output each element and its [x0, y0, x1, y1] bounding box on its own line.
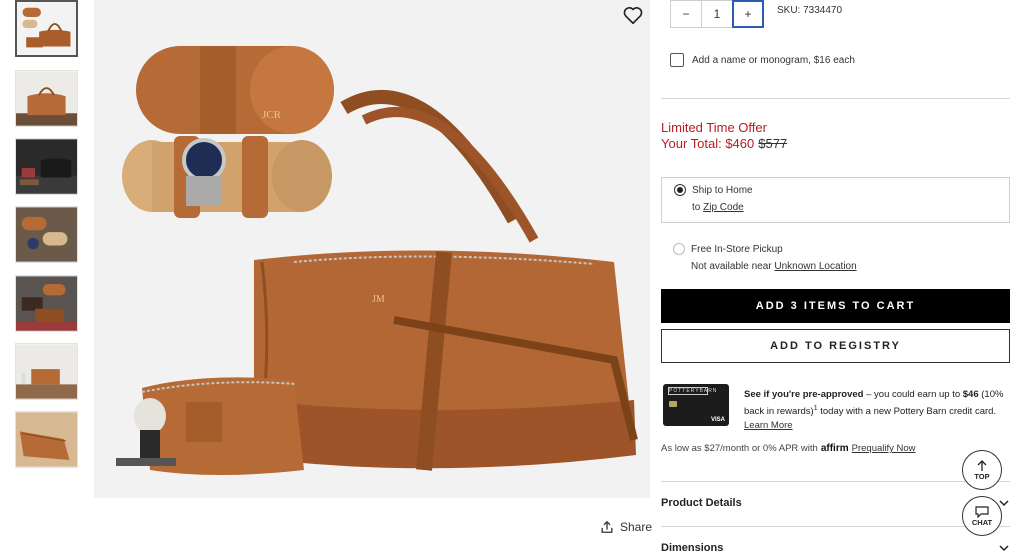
quantity-stepper: − 1 + — [670, 0, 764, 28]
promo-bold-intro: See if you're pre-approved — [744, 389, 864, 400]
thumbnail-6[interactable] — [15, 343, 78, 400]
card-brand-logo: POTTERYBARN — [668, 387, 718, 395]
arrow-up-icon — [977, 459, 987, 471]
dimensions-accordion[interactable]: Dimensions — [661, 542, 1010, 553]
affirm-logo: affirm — [820, 443, 849, 454]
share-button[interactable]: Share — [600, 520, 652, 534]
affirm-financing: As low as $27/month or 0% APR with affir… — [661, 443, 916, 454]
prequalify-link[interactable]: Prequalify Now — [852, 443, 916, 454]
ship-to-home-option[interactable]: Ship to Home to Zip Code — [661, 177, 1010, 223]
share-icon — [601, 520, 613, 533]
pickup-radio[interactable] — [673, 243, 685, 255]
chat-label: CHAT — [971, 517, 993, 527]
pickup-location-link[interactable]: Unknown Location — [774, 261, 856, 272]
visa-logo: VISA — [710, 417, 725, 423]
promo-text-1: – you could earn up to — [863, 389, 963, 400]
learn-more-link[interactable]: Learn More — [744, 420, 793, 431]
quantity-value[interactable]: 1 — [702, 0, 732, 28]
promo-amount: $46 — [962, 389, 979, 400]
ship-radio[interactable] — [674, 184, 686, 196]
case-monogram: JCR — [262, 109, 282, 121]
thumbnail-7[interactable] — [15, 411, 78, 468]
product-details-accordion[interactable]: Product Details — [661, 497, 1010, 509]
monogram-checkbox[interactable] — [670, 53, 684, 67]
monogram-label: Add a name or monogram, $16 each — [692, 54, 855, 66]
share-label: Share — [620, 520, 653, 534]
dimensions-label: Dimensions — [661, 542, 724, 553]
limited-offer-label: Limited Time Offer — [661, 120, 767, 135]
promo-text-3: today with a new Pottery Barn credit car… — [817, 406, 997, 418]
chat-icon — [975, 505, 989, 518]
thumbnail-5[interactable] — [15, 275, 78, 332]
add-to-cart-button[interactable]: ADD 3 ITEMS TO CART — [661, 289, 1010, 323]
add-to-registry-button[interactable]: ADD TO REGISTRY — [661, 329, 1010, 363]
heart-icon — [623, 7, 643, 25]
thumbnail-4[interactable] — [15, 206, 78, 263]
pickup-note: Not available near — [691, 261, 772, 272]
card-promo-text: See if you're pre-approved – you could e… — [744, 388, 1016, 433]
thumbnail-2[interactable] — [15, 70, 78, 127]
chat-button[interactable]: CHAT — [962, 496, 1002, 536]
card-chip-icon — [669, 401, 677, 407]
affirm-text: As low as $27/month or 0% APR with — [661, 443, 818, 454]
zip-code-link[interactable]: Zip Code — [703, 202, 744, 213]
thumbnail-1[interactable] — [15, 0, 78, 57]
ship-label: Ship to Home — [692, 184, 753, 196]
dopp-kit-illustration — [116, 377, 304, 475]
thumbnail-3[interactable] — [15, 138, 78, 195]
favorite-heart-button[interactable] — [622, 4, 644, 26]
store-pickup-option[interactable]: Free In-Store Pickup Not available near … — [673, 243, 857, 272]
pickup-label: Free In-Store Pickup — [691, 243, 783, 255]
divider — [661, 481, 1010, 482]
price-total: Your Total: $460 $577 — [661, 136, 787, 151]
original-price: $577 — [758, 136, 788, 151]
divider — [661, 526, 1010, 527]
main-product-image: JCR JM — [94, 0, 650, 498]
product-details-label: Product Details — [661, 497, 742, 509]
credit-card-image: POTTERYBARN VISA — [663, 384, 729, 426]
quantity-decrease-button[interactable]: − — [670, 0, 702, 28]
quantity-increase-button[interactable]: + — [732, 0, 764, 28]
total-price: Your Total: $460 — [661, 136, 755, 151]
bag-monogram: JM — [372, 294, 385, 305]
top-label: TOP — [974, 471, 990, 481]
sku-label: SKU: 7334470 — [777, 5, 843, 16]
divider — [661, 98, 1010, 99]
chevron-down-icon — [999, 545, 1009, 552]
back-to-top-button[interactable]: TOP — [962, 450, 1002, 490]
ship-to-label: to — [692, 202, 701, 213]
monogram-option: Add a name or monogram, $16 each — [670, 53, 855, 67]
